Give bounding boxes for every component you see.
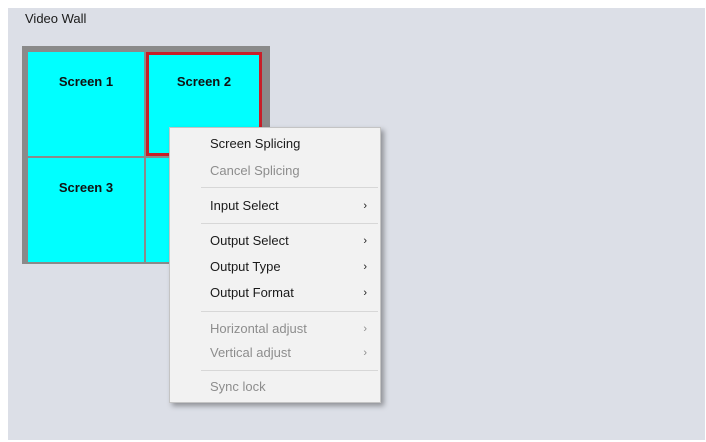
screen-label: Screen 1 — [58, 74, 114, 89]
menu-item-label: Output Format — [210, 285, 294, 300]
menu-item-output-type[interactable]: Output Type › — [171, 256, 379, 278]
screen-label: Screen 2 — [176, 74, 232, 89]
menu-separator — [201, 187, 378, 188]
menu-item-screen-splicing[interactable]: Screen Splicing — [171, 133, 379, 155]
menu-item-label: Input Select — [210, 198, 279, 213]
screen-label: Screen 3 — [58, 180, 114, 195]
menu-item-label: Output Type — [210, 259, 281, 274]
screen-tile-3[interactable]: Screen 3 — [28, 158, 144, 262]
menu-item-output-format[interactable]: Output Format › — [171, 282, 379, 304]
menu-separator — [201, 311, 378, 312]
menu-item-label: Output Select — [210, 233, 289, 248]
menu-item-cancel-splicing: Cancel Splicing — [171, 160, 379, 182]
screen-tile-1[interactable]: Screen 1 — [28, 52, 144, 156]
chevron-right-icon: › — [363, 235, 367, 247]
menu-item-output-select[interactable]: Output Select › — [171, 230, 379, 252]
menu-item-input-select[interactable]: Input Select › — [171, 195, 379, 217]
menu-item-label: Horizontal adjust — [210, 321, 307, 336]
menu-item-label: Vertical adjust — [210, 345, 291, 360]
chevron-right-icon: › — [363, 261, 367, 273]
chevron-right-icon: › — [363, 287, 367, 299]
chevron-right-icon: › — [363, 347, 367, 359]
menu-separator — [201, 223, 378, 224]
panel-title: Video Wall — [25, 11, 87, 26]
menu-item-label: Sync lock — [210, 379, 266, 394]
menu-item-sync-lock: Sync lock — [171, 376, 379, 398]
chevron-right-icon: › — [363, 200, 367, 212]
chevron-right-icon: › — [363, 323, 367, 335]
context-menu: Screen Splicing Cancel Splicing Input Se… — [169, 127, 381, 403]
menu-item-label: Screen Splicing — [210, 136, 301, 151]
menu-item-label: Cancel Splicing — [210, 163, 300, 178]
menu-separator — [201, 370, 378, 371]
menu-item-vertical-adjust: Vertical adjust › — [171, 342, 379, 364]
menu-item-horizontal-adjust: Horizontal adjust › — [171, 318, 379, 340]
